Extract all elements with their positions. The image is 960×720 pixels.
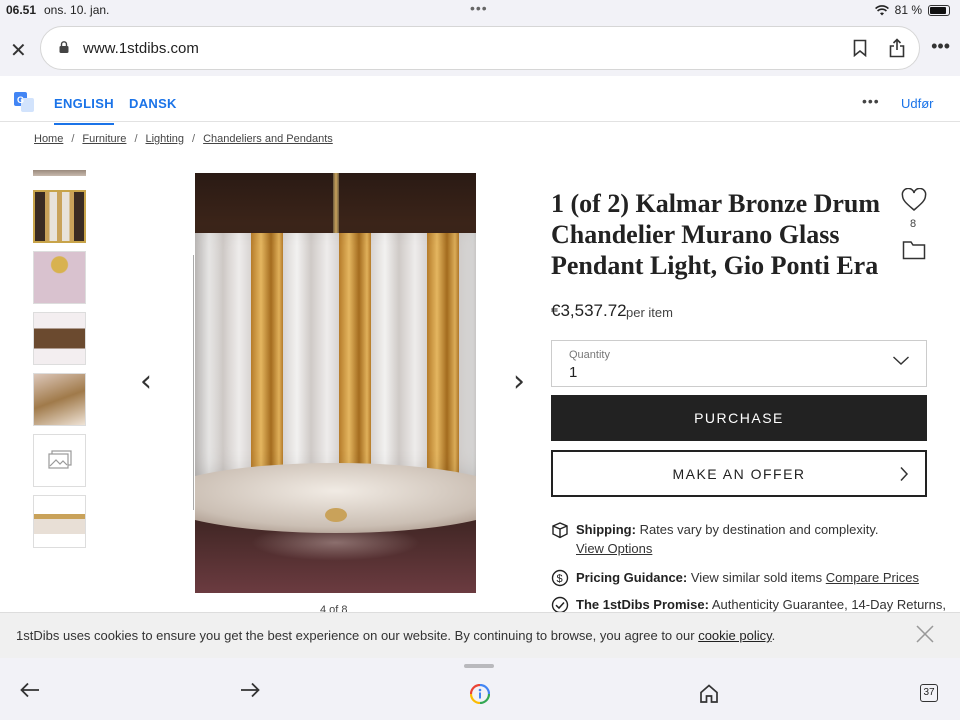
cookie-policy-link[interactable]: cookie policy bbox=[698, 628, 771, 643]
breadcrumb: Home / Furniture / Lighting / Chandelier… bbox=[34, 133, 333, 145]
product-price: €3,537.72 bbox=[551, 301, 627, 320]
forward-arrow-icon[interactable] bbox=[240, 682, 260, 698]
chandelier-disc bbox=[195, 463, 476, 533]
multitask-dots-icon[interactable]: ••• bbox=[470, 0, 488, 16]
home-icon[interactable] bbox=[699, 684, 719, 703]
box-icon bbox=[552, 522, 568, 539]
chevron-right-icon bbox=[900, 466, 909, 482]
chandelier-finial bbox=[325, 508, 347, 522]
folder-icon[interactable] bbox=[902, 240, 926, 260]
close-cookie-icon[interactable] bbox=[914, 623, 936, 645]
quantity-label: Quantity bbox=[569, 349, 610, 361]
product-title: 1 (of 2) Kalmar Bronze Drum Chandelier M… bbox=[551, 189, 881, 280]
view-options-link[interactable]: View Options bbox=[576, 541, 652, 556]
quantity-select[interactable]: Quantity 1 bbox=[551, 340, 927, 387]
promise-text: Authenticity Guarantee, 14-Day Returns, bbox=[711, 597, 946, 612]
bookmark-icon[interactable] bbox=[853, 39, 867, 57]
battery-percent: 81 % bbox=[894, 3, 922, 17]
bottom-toolbar: 37 bbox=[0, 658, 960, 720]
cookie-banner: 1stDibs uses cookies to ensure you get t… bbox=[0, 612, 960, 658]
cookie-message: 1stDibs uses cookies to ensure you get t… bbox=[16, 628, 695, 643]
status-right: 81 % bbox=[874, 3, 950, 17]
done-button[interactable]: Udfør bbox=[901, 96, 934, 111]
address-bar[interactable]: www.1stdibs.com bbox=[40, 26, 920, 70]
google-discover-icon[interactable] bbox=[470, 684, 490, 704]
wifi-icon bbox=[874, 4, 889, 15]
pricing-text: View similar sold items bbox=[690, 570, 823, 585]
svg-text:$: $ bbox=[557, 573, 563, 585]
status-time: 06.51 bbox=[6, 3, 37, 17]
status-bar: 06.51 ons. 10. jan. ••• 81 % bbox=[0, 0, 960, 20]
breadcrumb-chandeliers[interactable]: Chandeliers and Pendants bbox=[203, 133, 333, 145]
thumbnail-4[interactable] bbox=[33, 373, 86, 426]
compare-prices-link[interactable]: Compare Prices bbox=[826, 570, 919, 585]
heart-icon[interactable] bbox=[901, 188, 927, 212]
status-date: ons. 10. jan. bbox=[44, 3, 110, 17]
thumbnail-partial[interactable] bbox=[33, 170, 86, 176]
breadcrumb-separator: / bbox=[134, 133, 138, 145]
google-translate-icon: G bbox=[14, 92, 34, 112]
cookie-message-end: . bbox=[771, 628, 776, 643]
pricing-label: Pricing Guidance: bbox=[576, 570, 688, 585]
more-options-icon[interactable]: ••• bbox=[931, 36, 950, 57]
translate-bar: G ENGLISH DANSK ••• Udfør bbox=[0, 76, 960, 125]
lock-icon bbox=[59, 41, 69, 53]
image-divider bbox=[193, 255, 194, 510]
breadcrumb-lighting[interactable]: Lighting bbox=[146, 133, 185, 145]
image-gallery-icon bbox=[48, 450, 72, 469]
thumbnail-3[interactable] bbox=[33, 312, 86, 365]
purchase-button[interactable]: PURCHASE bbox=[551, 395, 927, 441]
dollar-circle-icon: $ bbox=[551, 569, 569, 587]
tabs-button[interactable]: 37 bbox=[920, 684, 938, 702]
thumbnail-2[interactable] bbox=[33, 251, 86, 304]
breadcrumb-furniture[interactable]: Furniture bbox=[82, 133, 126, 145]
breadcrumb-separator: / bbox=[192, 133, 196, 145]
battery-icon bbox=[928, 4, 950, 16]
make-offer-label: MAKE AN OFFER bbox=[672, 466, 806, 482]
browser-toolbar: ✕ www.1stdibs.com ••• bbox=[0, 20, 960, 76]
next-image-arrow-icon[interactable]: › bbox=[513, 364, 525, 399]
quantity-value: 1 bbox=[569, 364, 578, 381]
previous-image-arrow-icon[interactable]: ‹ bbox=[140, 364, 152, 399]
url-text: www.1stdibs.com bbox=[83, 40, 199, 57]
shipping-label: Shipping: bbox=[576, 522, 636, 537]
thumbnail-1[interactable] bbox=[33, 190, 86, 243]
tab-dansk[interactable]: DANSK bbox=[129, 96, 177, 111]
breadcrumb-separator: / bbox=[71, 133, 75, 145]
thumbnail-6[interactable] bbox=[33, 495, 86, 548]
sheet-grabber[interactable] bbox=[464, 664, 494, 668]
thumbnail-more-photos[interactable] bbox=[33, 434, 86, 487]
back-arrow-icon[interactable] bbox=[20, 682, 40, 698]
tab-english[interactable]: ENGLISH bbox=[54, 96, 114, 125]
close-icon[interactable]: ✕ bbox=[10, 38, 27, 63]
svg-text:G: G bbox=[17, 95, 24, 105]
chandelier-rod bbox=[333, 173, 339, 233]
product-image[interactable] bbox=[195, 173, 476, 593]
promise-label: The 1stDibs Promise: bbox=[576, 597, 709, 612]
share-icon[interactable] bbox=[889, 38, 905, 58]
make-offer-button[interactable]: MAKE AN OFFER bbox=[551, 450, 927, 497]
shipping-text: Rates vary by destination and complexity… bbox=[639, 522, 879, 537]
favorites-count: 8 bbox=[910, 218, 917, 230]
price-unit: per item bbox=[626, 305, 673, 320]
breadcrumb-home[interactable]: Home bbox=[34, 133, 63, 145]
translate-menu-icon[interactable]: ••• bbox=[862, 93, 880, 109]
chevron-down-icon bbox=[893, 356, 909, 365]
thumbnail-strip bbox=[33, 170, 86, 556]
